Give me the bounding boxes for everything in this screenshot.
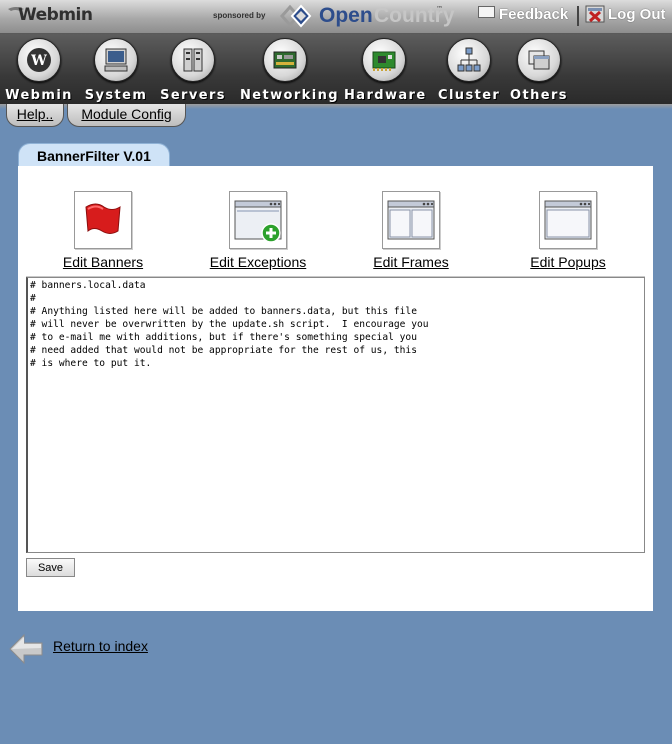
webmin-icon: W — [17, 38, 61, 82]
envelope-icon — [478, 6, 495, 18]
return-to-index-link[interactable]: Return to index — [8, 633, 188, 665]
svg-text:W: W — [30, 53, 47, 69]
feedback-link[interactable]: Feedback — [478, 6, 568, 23]
category-webmin[interactable]: W Webmin — [5, 38, 73, 103]
webmin-logo-text: Webmin — [18, 5, 93, 25]
banners-local-data-editor[interactable]: # banners.local.data # # Anything listed… — [26, 277, 645, 553]
window-add-icon — [229, 191, 287, 249]
edit-popups-label: Edit Popups — [530, 254, 606, 270]
category-servers[interactable]: Servers — [160, 38, 226, 103]
module-panel: Edit Banners Edit Exceptions Edit Frames… — [18, 166, 653, 611]
webmin-logo[interactable]: Webmin — [6, 3, 93, 29]
edit-frames-label: Edit Frames — [373, 254, 449, 270]
save-button[interactable]: Save — [26, 558, 75, 577]
others-icon — [517, 38, 561, 82]
opencountry-logo[interactable]: Open Country ™ — [276, 3, 455, 29]
red-flag-icon — [74, 191, 132, 249]
sponsored-by-label: sponsored by — [213, 11, 266, 20]
category-label: Networking — [240, 88, 339, 103]
logout-icon — [585, 5, 605, 23]
logout-link[interactable]: Log Out — [585, 5, 665, 23]
window-popup-icon — [539, 191, 597, 249]
category-networking[interactable]: Networking — [240, 38, 339, 103]
feedback-label: Feedback — [499, 6, 569, 23]
servers-icon — [171, 38, 215, 82]
header-separator — [577, 6, 579, 26]
category-label: Hardware — [344, 88, 427, 103]
edit-exceptions-label: Edit Exceptions — [209, 254, 307, 270]
category-bar: W Webmin System Servers Networking Hardw… — [0, 34, 672, 104]
cluster-icon — [447, 38, 491, 82]
category-label: Cluster — [438, 88, 501, 103]
return-to-index-label: Return to index — [53, 638, 148, 654]
trademark-mark: ™ — [436, 5, 443, 13]
back-arrow-icon — [9, 633, 43, 665]
module-title-tab: BannerFilter V.01 — [18, 143, 170, 167]
window-frames-icon — [382, 191, 440, 249]
category-label: System — [84, 88, 148, 103]
tab-help[interactable]: Help.. — [6, 104, 64, 127]
system-icon — [94, 38, 138, 82]
category-system[interactable]: System — [84, 38, 148, 103]
sponsor-name-open: Open — [319, 4, 373, 27]
edit-banners-action[interactable]: Edit Banners — [53, 191, 153, 270]
tab-module-config[interactable]: Module Config — [67, 104, 186, 127]
edit-exceptions-action[interactable]: Edit Exceptions — [198, 191, 318, 270]
edit-popups-action[interactable]: Edit Popups — [518, 191, 618, 270]
category-label: Servers — [160, 88, 226, 103]
edit-banners-label: Edit Banners — [62, 254, 144, 270]
category-hardware[interactable]: Hardware — [344, 38, 427, 103]
top-bar: Webmin sponsored by Open Country ™ Feedb… — [0, 0, 672, 34]
category-label: Webmin — [5, 88, 73, 103]
opencountry-diamond-icon — [279, 4, 312, 28]
logout-label: Log Out — [608, 6, 666, 23]
networking-icon — [263, 38, 307, 82]
category-label: Others — [510, 88, 568, 103]
hardware-icon — [362, 38, 406, 82]
category-others[interactable]: Others — [510, 38, 568, 103]
category-cluster[interactable]: Cluster — [438, 38, 500, 103]
edit-frames-action[interactable]: Edit Frames — [361, 191, 461, 270]
